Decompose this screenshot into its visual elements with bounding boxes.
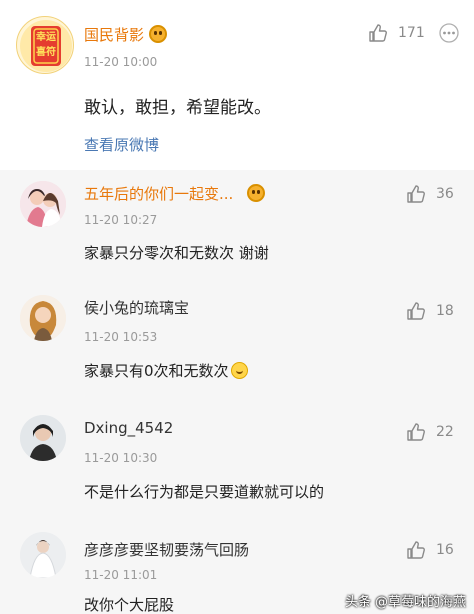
reply-timestamp: 11-20 10:27 xyxy=(84,213,158,227)
reply-list: 五年后的你们一起变... 11-20 10:27 36 家暴只分零次和无数次 谢… xyxy=(0,170,474,614)
main-comment: 幸运喜符 国民背影 11-20 10:00 171 敢认，敢担，希望能改。 查看… xyxy=(0,0,474,170)
vip-badge-icon xyxy=(149,25,168,43)
reply-text: 不是什么行为都是只要道歉就可以的 xyxy=(84,483,325,501)
couple-avatar-icon xyxy=(20,181,66,227)
vip-badge-icon xyxy=(247,184,266,202)
reply-avatar[interactable] xyxy=(20,295,66,341)
reply-username[interactable]: 彦彦彦要坚韧要荡气回肠 xyxy=(84,539,249,560)
thumb-up-icon xyxy=(369,24,387,42)
more-icon[interactable] xyxy=(438,23,460,43)
avatar-label: 幸运喜符 xyxy=(36,32,56,58)
reply-like-count: 18 xyxy=(436,303,454,319)
thumb-up-icon xyxy=(407,185,425,203)
girl-avatar-icon xyxy=(20,295,66,341)
comment-text: 敢认，敢担，希望能改。 xyxy=(84,98,271,118)
thumb-up-icon xyxy=(407,423,425,441)
like-count: 171 xyxy=(398,25,425,41)
reply-username[interactable]: Dxing_4542 xyxy=(84,419,173,437)
like-button[interactable]: 171 xyxy=(368,23,425,43)
watermark-author: @草莓味的海燕 xyxy=(374,595,466,610)
thumb-up-icon xyxy=(407,302,425,320)
reply-username[interactable]: 五年后的你们一起变... xyxy=(84,183,266,204)
username[interactable]: 国民背影 xyxy=(84,24,168,45)
reply-avatar[interactable] xyxy=(20,415,66,461)
reply-like-count: 22 xyxy=(436,424,454,440)
thumb-up-icon xyxy=(407,541,425,559)
reply-like-button[interactable]: 22 xyxy=(406,422,454,442)
reply-like-button[interactable]: 18 xyxy=(406,301,454,321)
reply-timestamp: 11-20 11:01 xyxy=(84,568,158,582)
reply-timestamp: 11-20 10:30 xyxy=(84,451,158,465)
reply-like-button[interactable]: 16 xyxy=(406,540,454,560)
timestamp: 11-20 10:00 xyxy=(84,55,158,69)
smile-emoji-icon xyxy=(230,362,248,379)
reply-text: 家暴只有0次和无数次 xyxy=(84,360,248,381)
reply-timestamp: 11-20 10:53 xyxy=(84,330,158,344)
reply-like-count: 16 xyxy=(436,542,454,558)
wedding-avatar-icon xyxy=(20,532,66,578)
user-avatar[interactable]: 幸运喜符 xyxy=(16,16,74,74)
reply-text: 改你个大屁股 xyxy=(84,596,175,614)
reply-username[interactable]: 侯小兔的琉璃宝 xyxy=(84,297,189,318)
reply-avatar[interactable] xyxy=(20,532,66,578)
reply-avatar[interactable] xyxy=(20,181,66,227)
watermark-source: 头条 xyxy=(344,595,371,610)
more-icon-svg xyxy=(439,23,459,43)
reply-like-button[interactable]: 36 xyxy=(406,184,454,204)
person-avatar-icon xyxy=(20,415,66,461)
watermark: 头条 @草莓味的海燕 xyxy=(345,591,466,610)
reply-like-count: 36 xyxy=(436,186,454,202)
view-original-link[interactable]: 查看原微博 xyxy=(84,134,159,155)
reply-text: 家暴只分零次和无数次 谢谢 xyxy=(84,244,269,262)
